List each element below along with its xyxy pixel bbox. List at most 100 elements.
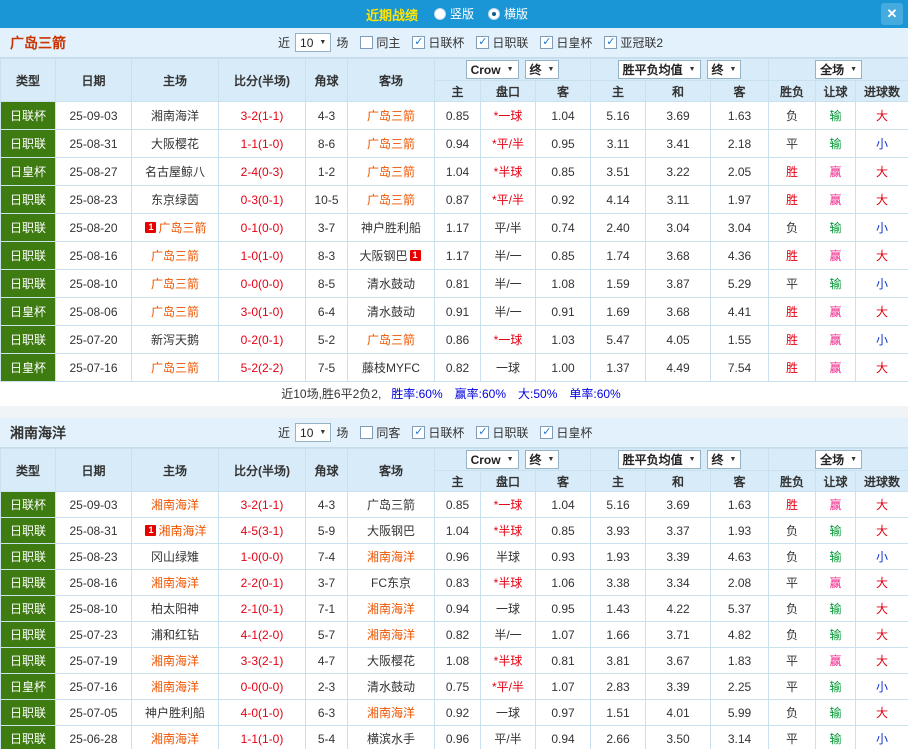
home-win-odds-cell: 2.40 (590, 213, 647, 242)
results-table: 类型 日期 主场 比分(半场) 角球 客场 Crow ▼ 终 ▼ 胜平负均值 ▼ 终 ▼ 全场 ▼ 主盘口客主和… (0, 58, 908, 382)
result-cell: 负 (768, 621, 817, 648)
draw-odds-cell: 3.22 (645, 157, 712, 186)
team-name-text: 广岛三箭 (150, 361, 199, 375)
match-row: 日职联 25-08-10 柏太阳神 2-1(0-1) 7-1 湘南海洋 0.94 一球 0.95… (0, 595, 908, 622)
europe-mean-select[interactable]: 胜平负均值 ▼ (617, 60, 701, 79)
filter-checkbox[interactable]: 同主 (360, 34, 400, 51)
home-win-odds-cell: 2.66 (590, 725, 647, 749)
date-cell: 25-08-23 (55, 543, 132, 570)
result-cell: 负 (768, 517, 817, 544)
checkbox-checked-icon: ✓ (604, 36, 618, 49)
chevron-down-icon: ▼ (850, 66, 858, 73)
team-name-text: 清水鼓动 (366, 277, 415, 291)
corners-cell: 5-2 (305, 325, 348, 354)
checkbox-unchecked-icon (360, 36, 374, 49)
draw-odds-cell: 3.37 (645, 517, 712, 544)
filter-checkbox[interactable]: ✓ 日联杯 (412, 34, 464, 51)
home-team-cell: 广岛三箭 (131, 353, 219, 382)
competition-cell: 日职联 (0, 621, 56, 648)
europe-mean-select[interactable]: 胜平负均值 ▼ (617, 450, 701, 469)
results-table: 类型 日期 主场 比分(半场) 角球 客场 Crow ▼ 终 ▼ 胜平负均值 ▼ 终 ▼ 全场 ▼ 主盘口客主和… (0, 448, 908, 749)
home-win-odds-cell: 1.59 (590, 269, 647, 298)
select-value: Crow (470, 62, 501, 77)
asian-home-odds-cell: 1.08 (434, 647, 481, 674)
asian-away-odds-cell: 0.74 (534, 213, 592, 242)
handicap-line-cell: 一球 (480, 699, 536, 726)
bookmaker-select[interactable]: Crow ▼ (465, 60, 519, 80)
away-win-odds-cell: 4.63 (710, 543, 770, 570)
page-title: 近期战绩 (365, 7, 418, 23)
filter-checkbox[interactable]: ✓ 日皇杯 (540, 424, 592, 441)
column-header: 让球 (815, 80, 857, 102)
home-team-cell: 1 广岛三箭 (131, 213, 219, 242)
asian-home-odds-cell: 0.75 (434, 673, 481, 700)
asian-home-odds-cell: 0.85 (434, 491, 481, 518)
handicap-line-cell: *一球 (480, 101, 536, 130)
competition-cell: 日职联 (0, 647, 56, 674)
goals-over-under-cell: 小 (855, 543, 908, 570)
team-name-text: 湘南海洋 (366, 706, 415, 720)
home-win-odds-cell: 1.37 (590, 353, 647, 382)
filter-checkbox[interactable]: ✓ 日职联 (476, 424, 528, 441)
team-name-text: 横滨水手 (366, 732, 415, 746)
odds-time-select[interactable]: 终 ▼ (706, 60, 742, 79)
corners-cell: 4-3 (305, 101, 348, 130)
column-header: 类型 (0, 58, 56, 102)
competition-cell: 日职联 (0, 241, 56, 270)
goals-over-under-cell: 大 (855, 185, 908, 214)
away-team-cell: 大阪樱花 (347, 647, 435, 674)
draw-odds-cell: 3.04 (645, 213, 712, 242)
handicap-line-cell: 半/一 (480, 241, 536, 270)
asian-odds-header-group: Crow ▼ 终 ▼ (433, 448, 592, 471)
match-scope-select[interactable]: 全场 ▼ (815, 60, 863, 79)
layout-radio[interactable]: 横版 (488, 5, 528, 22)
home-team-cell: 冈山绿雉 (131, 543, 219, 570)
filter-checkbox[interactable]: ✓ 日联杯 (412, 424, 464, 441)
asian-away-odds-cell: 0.95 (534, 129, 592, 158)
asian-away-odds-cell: 0.93 (534, 543, 592, 570)
column-header: 主场 (131, 448, 219, 492)
result-cell: 负 (768, 595, 817, 622)
select-value: 胜平负均值 (622, 63, 683, 77)
odds-time-select[interactable]: 终 ▼ (524, 449, 560, 469)
date-cell: 25-08-10 (55, 595, 132, 622)
checkbox-checked-icon: ✓ (540, 426, 554, 439)
checkbox-label: 同客 (376, 426, 401, 440)
match-count-select[interactable]: 10 ▼ (295, 33, 332, 52)
date-cell: 25-07-16 (55, 673, 132, 700)
column-header: 主 (434, 470, 481, 492)
away-team-cell: 湘南海洋 (347, 595, 435, 622)
close-button[interactable]: ✕ (881, 3, 903, 25)
layout-radio[interactable]: 竖版 (433, 5, 474, 22)
chevron-down-icon: ▼ (547, 65, 555, 73)
summary-line: 近10场,胜6平2负2, 胜率:60% 赢率:60% 大:50% 单率:60% (0, 382, 908, 406)
asian-away-odds-cell: 1.03 (534, 325, 592, 354)
result-cell: 平 (768, 129, 817, 158)
match-scope-select[interactable]: 全场 ▼ (815, 450, 863, 469)
filter-checkbox[interactable]: 同客 (360, 424, 400, 441)
filter-checkbox[interactable]: ✓ 日皇杯 (540, 34, 592, 51)
home-win-odds-cell: 1.74 (590, 241, 647, 270)
odds-time-select[interactable]: 终 ▼ (706, 450, 742, 469)
recent-label: 近 (278, 426, 291, 440)
result-cell: 平 (768, 673, 817, 700)
column-header: 客 (534, 80, 592, 102)
competition-cell: 日职联 (0, 185, 56, 214)
asian-home-odds-cell: 1.17 (434, 213, 481, 242)
chevron-down-icon: ▼ (850, 456, 858, 463)
result-cell: 胜 (768, 297, 817, 326)
goals-over-under-cell: 大 (855, 595, 908, 622)
filter-checkbox[interactable]: ✓ 亚冠联2 (604, 34, 663, 51)
date-cell: 25-07-19 (55, 647, 132, 674)
bookmaker-select[interactable]: Crow ▼ (465, 450, 519, 470)
date-cell: 25-08-31 (55, 129, 132, 158)
odds-time-select[interactable]: 终 ▼ (524, 59, 560, 79)
handicap-result-cell: 输 (815, 543, 857, 570)
filter-checkbox[interactable]: ✓ 日职联 (476, 34, 528, 51)
select-value: 终 (529, 62, 542, 77)
goals-over-under-cell: 小 (855, 725, 908, 749)
corners-cell: 3-7 (305, 569, 348, 596)
checkbox-checked-icon: ✓ (412, 426, 426, 439)
away-team-cell: 藤枝MYFC (347, 353, 435, 382)
match-count-select[interactable]: 10 ▼ (295, 423, 332, 442)
